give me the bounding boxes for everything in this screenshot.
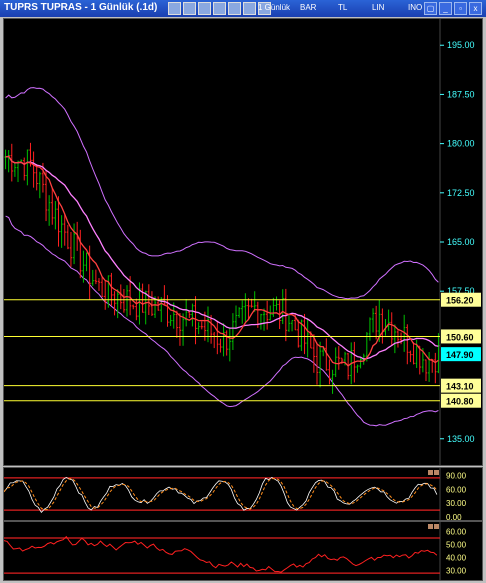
menu-period[interactable]: 1 Günlük xyxy=(258,3,290,12)
oscillator-chart-1: 90.00 60.00 30.00 0.00 xyxy=(4,468,467,520)
toolbar-icon[interactable] xyxy=(183,2,196,15)
oscillator-panel-1[interactable]: 90.00 60.00 30.00 0.00 xyxy=(3,467,483,521)
price-chart-panel[interactable]: 195.00 187.50 180.00 172.50 165.00 157.50 135.… xyxy=(3,18,483,466)
window-titlebar: TUPRS TUPRAS - 1 Günlük (.1d) 1 Günlük B… xyxy=(0,0,486,17)
oscillator-panel-2[interactable]: 60.00 50.00 40.00 30.00 xyxy=(3,521,483,581)
axis-tick-label: 195.00 xyxy=(447,40,475,50)
level-label: 150.60 xyxy=(446,332,474,342)
axis-tick-label: 30.00 xyxy=(446,499,467,508)
maximize-button[interactable]: ▫ xyxy=(454,2,467,15)
toolbar-icon[interactable] xyxy=(228,2,241,15)
menu-chart-type[interactable]: BAR xyxy=(300,3,316,12)
toolbar-icon[interactable] xyxy=(198,2,211,15)
menu-currency[interactable]: TL xyxy=(338,3,347,12)
axis-tick-label: 60.00 xyxy=(446,485,467,494)
axis-tick-label: 180.00 xyxy=(447,139,475,149)
axis-tick-label: 165.00 xyxy=(447,237,475,247)
close-button[interactable]: x xyxy=(469,2,482,15)
toolbar-icon[interactable] xyxy=(168,2,181,15)
rsi-line xyxy=(4,535,438,573)
minimize-button[interactable]: _ xyxy=(439,2,452,15)
panel-button-icon xyxy=(428,524,433,529)
menu-scale[interactable]: LIN xyxy=(372,3,384,12)
toolbar-icons xyxy=(168,2,271,15)
axis-tick-label: 187.50 xyxy=(447,89,475,99)
level-label: 140.80 xyxy=(446,397,474,407)
level-label: 143.10 xyxy=(446,382,474,392)
restore-button[interactable]: ▢ xyxy=(424,2,437,15)
oscillator-line-d xyxy=(4,477,438,511)
oscillator-chart-2: 60.00 50.00 40.00 30.00 xyxy=(4,522,467,580)
axis-tick-label: 135.00 xyxy=(447,434,475,444)
menu-indicator[interactable]: INO xyxy=(408,3,422,12)
panel-button-icon xyxy=(434,470,439,475)
level-label: 156.20 xyxy=(446,296,474,306)
axis-tick-label: 172.50 xyxy=(447,188,475,198)
price-chart: 195.00187.50180.00172.50165.00157.50135.… xyxy=(4,19,481,465)
axis-tick-label: 30.00 xyxy=(446,567,467,576)
panel-button-icon xyxy=(428,470,433,475)
panel-button-icon xyxy=(434,524,439,529)
axis-tick-label: 50.00 xyxy=(446,541,467,550)
axis-tick-label: 0.00 xyxy=(446,513,462,520)
window-title: TUPRS TUPRAS - 1 Günlük (.1d) xyxy=(4,2,158,13)
last-price-label: 147.90 xyxy=(446,350,474,360)
toolbar-icon[interactable] xyxy=(243,2,256,15)
axis-tick-label: 40.00 xyxy=(446,554,467,563)
axis-tick-label: 90.00 xyxy=(446,472,467,481)
window-controls: ▢ _ ▫ x xyxy=(424,2,482,15)
toolbar-icon[interactable] xyxy=(213,2,226,15)
axis-tick-label: 60.00 xyxy=(446,528,467,537)
